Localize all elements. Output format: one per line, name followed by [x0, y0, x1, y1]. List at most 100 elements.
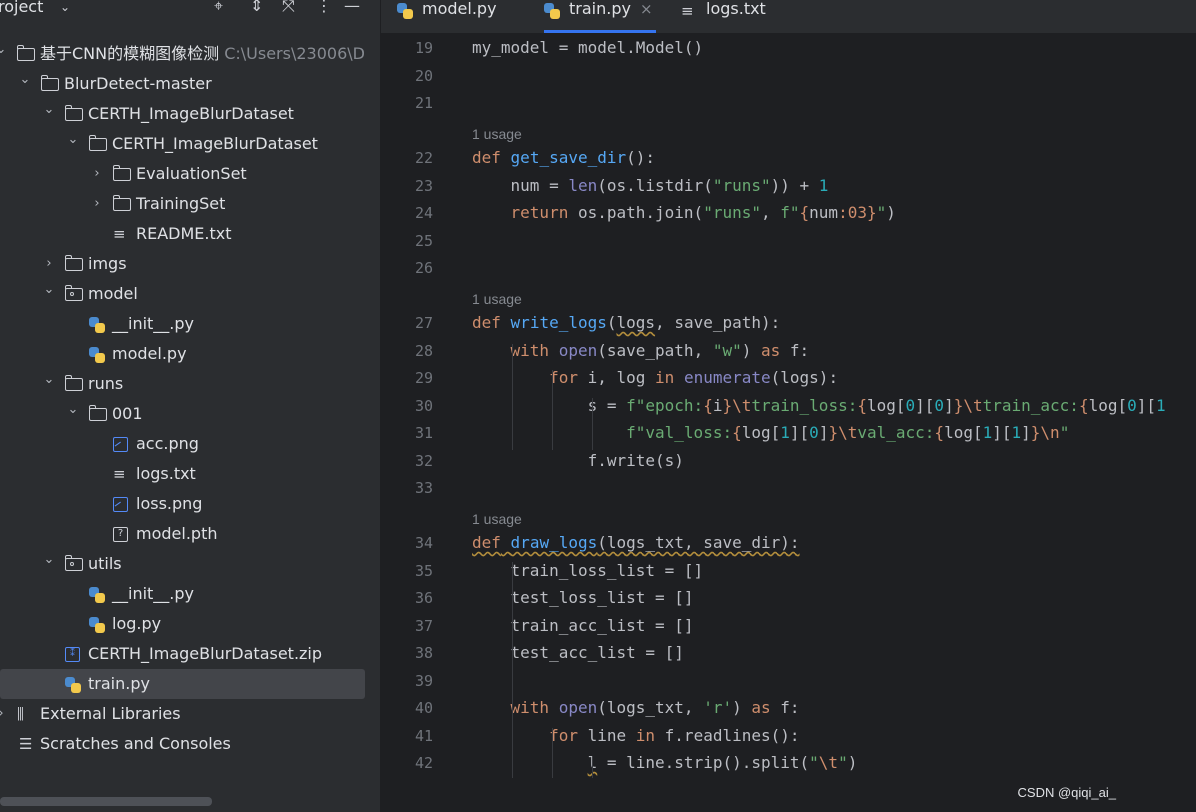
line-number: 41: [414, 726, 433, 745]
folder-icon: [88, 135, 107, 151]
chevron-right-icon[interactable]: ›: [90, 189, 104, 219]
code-token: \t: [732, 395, 752, 415]
expand-collapse-icon[interactable]: ⇕: [250, 0, 263, 15]
code-line: test_acc_list = []: [472, 643, 684, 662]
chevron-down-icon[interactable]: ⌄: [66, 395, 80, 425]
python-file-icon: [65, 677, 81, 693]
tree-item-cnn[interactable]: ⌄ 基于CNN的模糊图像检测 C:\Users\23006\D: [0, 39, 380, 69]
usage-hint[interactable]: 1 usage: [472, 126, 522, 142]
package-folder-icon: [64, 555, 83, 571]
python-file-icon: [89, 587, 105, 603]
tree-item-certh-imageblurdataset[interactable]: ⌄ CERTH_ImageBlurDataset: [0, 99, 380, 129]
archive-file-icon: ⁑: [65, 647, 80, 662]
tree-item-log-py[interactable]: log.py: [0, 609, 380, 639]
line-number: 28: [414, 341, 433, 360]
tree-item-runs[interactable]: ⌄ runs: [0, 369, 380, 399]
code-token: f"val_loss:: [626, 423, 733, 442]
tree-item-model-py[interactable]: model.py: [0, 339, 380, 369]
more-icon[interactable]: ⋮: [316, 0, 332, 15]
tree-item-label: __init__.py: [112, 584, 195, 603]
line-number: 36: [414, 589, 433, 607]
tab-model-py[interactable]: model.py: [397, 0, 527, 33]
tree-item-certh-imageblurdataset[interactable]: ⌄ CERTH_ImageBlurDataset: [0, 129, 380, 159]
code-token: (logs_txt, save_dir):: [597, 533, 800, 552]
tree-item-utils[interactable]: ⌄ utils: [0, 549, 380, 579]
chevron-down-icon[interactable]: ⌄: [42, 275, 56, 305]
line-number: 19: [414, 39, 433, 57]
python-file-icon: [544, 3, 560, 19]
tree-item-blurdetect-master[interactable]: ⌄ BlurDetect-master: [0, 69, 380, 99]
tree-item-label: log.py: [112, 614, 162, 633]
code-line: with open(save_path, "w") as f:: [510, 340, 810, 360]
chevron-down-icon[interactable]: ⌄: [42, 365, 56, 395]
tree-item-label: 001: [112, 404, 143, 423]
chevron-down-icon[interactable]: ⌄: [42, 95, 56, 125]
code-token: train_acc:: [982, 395, 1079, 415]
code-line: f.write(s): [472, 450, 684, 470]
tree-item-readme-txt[interactable]: ≡ README.txt: [0, 219, 380, 249]
indent-guide: [552, 728, 553, 778]
project-panel-title[interactable]: roject: [0, 0, 43, 16]
tab-label: logs.txt: [706, 0, 766, 18]
chevron-right-icon[interactable]: ›: [0, 699, 8, 729]
code-line: f"val_loss:{log[1][0]}\tval_acc:{log[1][…: [626, 423, 1070, 442]
close-icon[interactable]: ×: [640, 0, 653, 20]
chevron-down-icon[interactable]: ⌄: [60, 0, 70, 14]
tree-item-trainingset[interactable]: › TrainingSet: [0, 189, 380, 219]
minimize-icon[interactable]: —: [344, 0, 360, 15]
chevron-down-icon[interactable]: ⌄: [18, 65, 32, 95]
usage-hint[interactable]: 1 usage: [472, 511, 522, 527]
code-token: "runs": [703, 203, 761, 222]
folder-icon: [64, 375, 83, 391]
horizontal-scrollbar[interactable]: [0, 797, 212, 806]
scratches-icon: ☰: [19, 735, 33, 753]
code-token: return: [510, 203, 569, 222]
code-view[interactable]: my_model = model.Model() 1 usage def get_s…: [472, 34, 1196, 812]
chevron-down-icon[interactable]: ⌄: [0, 35, 8, 65]
code-token: logs: [616, 313, 656, 332]
code-token: }: [1030, 423, 1041, 442]
tree-item-loss-png[interactable]: loss.png: [0, 489, 380, 519]
tree-item-001[interactable]: ⌄ 001: [0, 399, 380, 429]
tree-item-certh-imageblurdataset-zip[interactable]: ⁑ CERTH_ImageBlurDataset.zip: [0, 639, 380, 669]
chevron-right-icon[interactable]: ›: [90, 159, 104, 189]
code-token: ": [1059, 423, 1070, 442]
tree-item-model[interactable]: ⌄ model: [0, 279, 380, 309]
chevron-down-icon[interactable]: ⌄: [66, 125, 80, 155]
usage-hint[interactable]: 1 usage: [472, 291, 522, 307]
tree-item-imgs[interactable]: › imgs: [0, 249, 380, 279]
project-panel-header: roject ⌄ ⌖ ⇕ ⤧ ⋮ —: [0, 0, 380, 22]
code-token: {: [934, 423, 945, 442]
tab-label: model.py: [422, 0, 497, 18]
line-number: 20: [414, 66, 433, 85]
tree-item-logs-txt[interactable]: ≡ logs.txt: [0, 459, 380, 489]
crosshair-icon[interactable]: ⌖: [214, 0, 223, 16]
code-token: ": [838, 753, 848, 772]
project-panel: roject ⌄ ⌖ ⇕ ⤧ ⋮ — ⌄ 基于CNN的模糊图像检测 C:\User…: [0, 0, 381, 812]
tree-item-init-py[interactable]: __init__.py: [0, 309, 380, 339]
indent-guide: [592, 756, 593, 778]
code-token: as: [761, 340, 781, 360]
code-token: 1: [1156, 395, 1166, 415]
tree-item-acc-png[interactable]: acc.png: [0, 429, 380, 459]
chevron-down-icon[interactable]: ⌄: [42, 545, 56, 575]
code-token: as: [751, 698, 771, 717]
tree-item-train-py[interactable]: train.py: [0, 669, 380, 699]
code-line: def get_save_dir():: [472, 148, 656, 167]
code-token: f"epoch:: [626, 395, 704, 415]
folder-icon: [40, 75, 59, 91]
code-token: {: [732, 423, 742, 442]
tab-train-py[interactable]: train.py ×: [544, 0, 656, 33]
tree-item-init-py[interactable]: __init__.py: [0, 579, 380, 609]
code-line: train_acc_list = []: [472, 615, 694, 635]
line-number: 31: [414, 424, 433, 442]
collapse-all-icon[interactable]: ⤧: [282, 0, 295, 16]
python-file-icon: [89, 347, 105, 363]
code-token: 1: [1011, 423, 1022, 442]
tree-item-external-libraries[interactable]: › ⫼ External Libraries: [0, 699, 380, 729]
tree-item-model-pth[interactable]: ? model.pth: [0, 519, 380, 549]
tree-item-evaluationset[interactable]: › EvaluationSet: [0, 159, 380, 189]
code-token: 0: [1127, 395, 1137, 415]
tab-logs-txt[interactable]: ≡ logs.txt: [681, 0, 776, 33]
tree-item-scratches-and-consoles[interactable]: ☰ Scratches and Consoles: [0, 729, 380, 759]
